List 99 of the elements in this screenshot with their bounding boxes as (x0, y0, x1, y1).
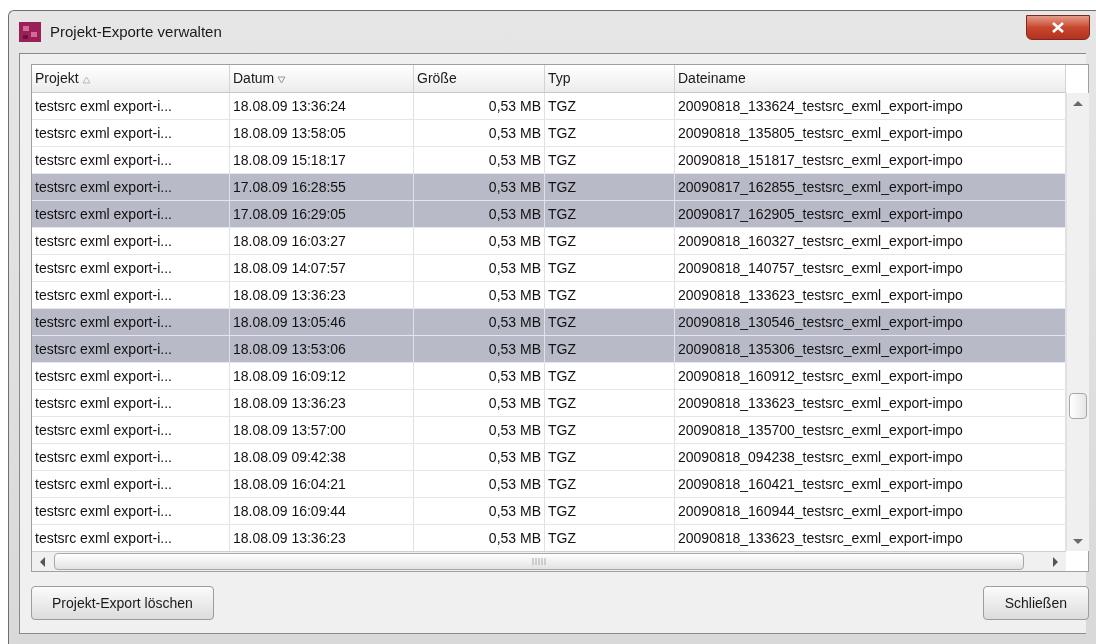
table-cell: testsrc exml export-i... (32, 201, 230, 227)
sort-descending-icon (277, 76, 287, 84)
table-cell: TGZ (545, 147, 675, 173)
table-row[interactable]: testsrc exml export-i... 18.08.09 13:05:46 0,53 MB TGZ 20090818_130546_testsrc_exml_export-impo (32, 309, 1066, 336)
table-row[interactable]: testsrc exml export-i... 18.08.09 13:36:24 0,53 MB TGZ 20090818_133624_testsrc_exml_export-impo (32, 93, 1066, 120)
table-cell: 18.08.09 14:07:57 (230, 255, 414, 281)
table-cell: 0,53 MB (414, 498, 545, 524)
table-cell: 18.08.09 16:09:44 (230, 498, 414, 524)
table-cell: 18.08.09 13:36:23 (230, 282, 414, 308)
table-cell: 0,53 MB (414, 201, 545, 227)
close-button[interactable] (1026, 14, 1090, 40)
table-row[interactable]: testsrc exml export-i... 18.08.09 15:18:17 0,53 MB TGZ 20090818_151817_testsrc_exml_export-impo (32, 147, 1066, 174)
table-cell: 18.08.09 16:03:27 (230, 228, 414, 254)
table-row[interactable]: testsrc exml export-i... 18.08.09 16:09:12 0,53 MB TGZ 20090818_160912_testsrc_exml_export-impo (32, 363, 1066, 390)
table-cell: TGZ (545, 309, 675, 335)
table-cell: testsrc exml export-i... (32, 93, 230, 119)
close-icon (1052, 21, 1064, 33)
grip-icon (532, 558, 546, 565)
table-cell: testsrc exml export-i... (32, 471, 230, 497)
table-cell: testsrc exml export-i... (32, 255, 230, 281)
table-cell: 0,53 MB (414, 255, 545, 281)
table-cell: 18.08.09 15:18:17 (230, 147, 414, 173)
table-cell: testsrc exml export-i... (32, 120, 230, 146)
table-cell: 0,53 MB (414, 120, 545, 146)
table-row[interactable]: testsrc exml export-i... 18.08.09 13:36:23 0,53 MB TGZ 20090818_133623_testsrc_exml_export-impo (32, 525, 1066, 551)
table-cell: TGZ (545, 282, 675, 308)
table-cell: 18.08.09 09:42:38 (230, 444, 414, 470)
table-cell: 18.08.09 13:36:23 (230, 390, 414, 416)
sort-ascending-icon (81, 76, 91, 84)
table-row[interactable]: testsrc exml export-i... 18.08.09 13:58:05 0,53 MB TGZ 20090818_135805_testsrc_exml_export-impo (32, 120, 1066, 147)
vertical-scrollbar[interactable] (1066, 93, 1089, 551)
table-cell: 18.08.09 16:09:12 (230, 363, 414, 389)
table-cell: testsrc exml export-i... (32, 363, 230, 389)
table-cell: 0,53 MB (414, 147, 545, 173)
scroll-thumb[interactable] (1069, 393, 1087, 419)
table-cell: 18.08.09 13:53:06 (230, 336, 414, 362)
table-cell: TGZ (545, 390, 675, 416)
table-cell: TGZ (545, 201, 675, 227)
table-row[interactable]: testsrc exml export-i... 17.08.09 16:28:55 0,53 MB TGZ 20090817_162855_testsrc_exml_export-impo (32, 174, 1066, 201)
table-cell: 17.08.09 16:29:05 (230, 201, 414, 227)
table-cell: TGZ (545, 363, 675, 389)
table-cell: 0,53 MB (414, 93, 545, 119)
table-cell: testsrc exml export-i... (32, 417, 230, 443)
table-row[interactable]: testsrc exml export-i... 18.08.09 14:07:57 0,53 MB TGZ 20090818_140757_testsrc_exml_export-impo (32, 255, 1066, 282)
table-cell: 0,53 MB (414, 390, 545, 416)
table-cell: 17.08.09 16:28:55 (230, 174, 414, 200)
table-cell: testsrc exml export-i... (32, 228, 230, 254)
table-cell: 18.08.09 16:04:21 (230, 471, 414, 497)
table-cell: 0,53 MB (414, 282, 545, 308)
table-cell: 18.08.09 13:05:46 (230, 309, 414, 335)
table-cell: testsrc exml export-i... (32, 282, 230, 308)
table-cell: TGZ (545, 471, 675, 497)
table-cell: 18.08.09 13:36:24 (230, 93, 414, 119)
table-row[interactable]: testsrc exml export-i... 18.08.09 13:36:23 0,53 MB TGZ 20090818_133623_testsrc_exml_export-impo (32, 282, 1066, 309)
table-row[interactable]: testsrc exml export-i... 18.08.09 13:57:00 0,53 MB TGZ 20090818_135700_testsrc_exml_export-impo (32, 417, 1066, 444)
table-row[interactable]: testsrc exml export-i... 18.08.09 16:09:44 0,53 MB TGZ 20090818_160944_testsrc_exml_export-impo (32, 498, 1066, 525)
column-header[interactable]: Typ (545, 65, 675, 92)
table-cell: testsrc exml export-i... (32, 498, 230, 524)
table-cell: TGZ (545, 255, 675, 281)
table-cell: TGZ (545, 444, 675, 470)
window-title: Projekt-Exporte verwalten (50, 21, 222, 42)
table-cell: 18.08.09 13:58:05 (230, 120, 414, 146)
table-cell: TGZ (545, 120, 675, 146)
app-icon (19, 22, 41, 42)
table-cell: testsrc exml export-i... (32, 390, 230, 416)
table-cell: 0,53 MB (414, 309, 545, 335)
table-cell: TGZ (545, 336, 675, 362)
column-header[interactable]: Projekt (32, 65, 230, 92)
delete-export-button[interactable]: Projekt-Export löschen (31, 586, 214, 620)
table-row[interactable]: testsrc exml export-i... 18.08.09 13:53:06 0,53 MB TGZ 20090818_135306_testsrc_exml_export-impo (32, 336, 1066, 363)
table-row[interactable]: testsrc exml export-i... 17.08.09 16:29:05 0,53 MB TGZ 20090817_162905_testsrc_exml_export-impo (32, 201, 1066, 228)
table-cell: TGZ (545, 228, 675, 254)
column-header[interactable]: Größe (414, 65, 545, 92)
close-dialog-button[interactable]: Schließen (982, 586, 1089, 620)
table-cell: 18.08.09 13:57:00 (230, 417, 414, 443)
table-cell: TGZ (545, 498, 675, 524)
table-cell: TGZ (545, 417, 675, 443)
table-row[interactable]: testsrc exml export-i... 18.08.09 09:42:38 0,53 MB TGZ 20090818_094238_testsrc_exml_export-impo (32, 444, 1066, 471)
column-header[interactable]: Datum (230, 65, 414, 92)
table-row[interactable]: testsrc exml export-i... 18.08.09 13:36:23 0,53 MB TGZ 20090818_133623_testsrc_exml_export-impo (32, 390, 1066, 417)
table-cell: testsrc exml export-i... (32, 147, 230, 173)
table-cell: testsrc exml export-i... (32, 174, 230, 200)
table-cell: TGZ (545, 93, 675, 119)
table-cell: TGZ (545, 174, 675, 200)
table-cell: testsrc exml export-i... (32, 444, 230, 470)
scroll-thumb[interactable] (54, 553, 1024, 570)
column-header[interactable]: Dateiname (675, 65, 1066, 92)
table-cell: 0,53 MB (414, 444, 545, 470)
table-cell: 0,53 MB (414, 336, 545, 362)
table-cell: 0,53 MB (414, 174, 545, 200)
table-cell: 0,53 MB (414, 363, 545, 389)
horizontal-scrollbar[interactable] (32, 551, 1066, 571)
table-cell: 0,53 MB (414, 228, 545, 254)
table-row[interactable]: testsrc exml export-i... 18.08.09 16:03:27 0,53 MB TGZ 20090818_160327_testsrc_exml_export-impo (32, 228, 1066, 255)
table-cell: testsrc exml export-i... (32, 336, 230, 362)
table-cell: 0,53 MB (414, 417, 545, 443)
table-cell: 0,53 MB (414, 471, 545, 497)
table-row[interactable]: testsrc exml export-i... 18.08.09 16:04:21 0,53 MB TGZ 20090818_160421_testsrc_exml_export-impo (32, 471, 1066, 498)
table-cell: testsrc exml export-i... (32, 309, 230, 335)
